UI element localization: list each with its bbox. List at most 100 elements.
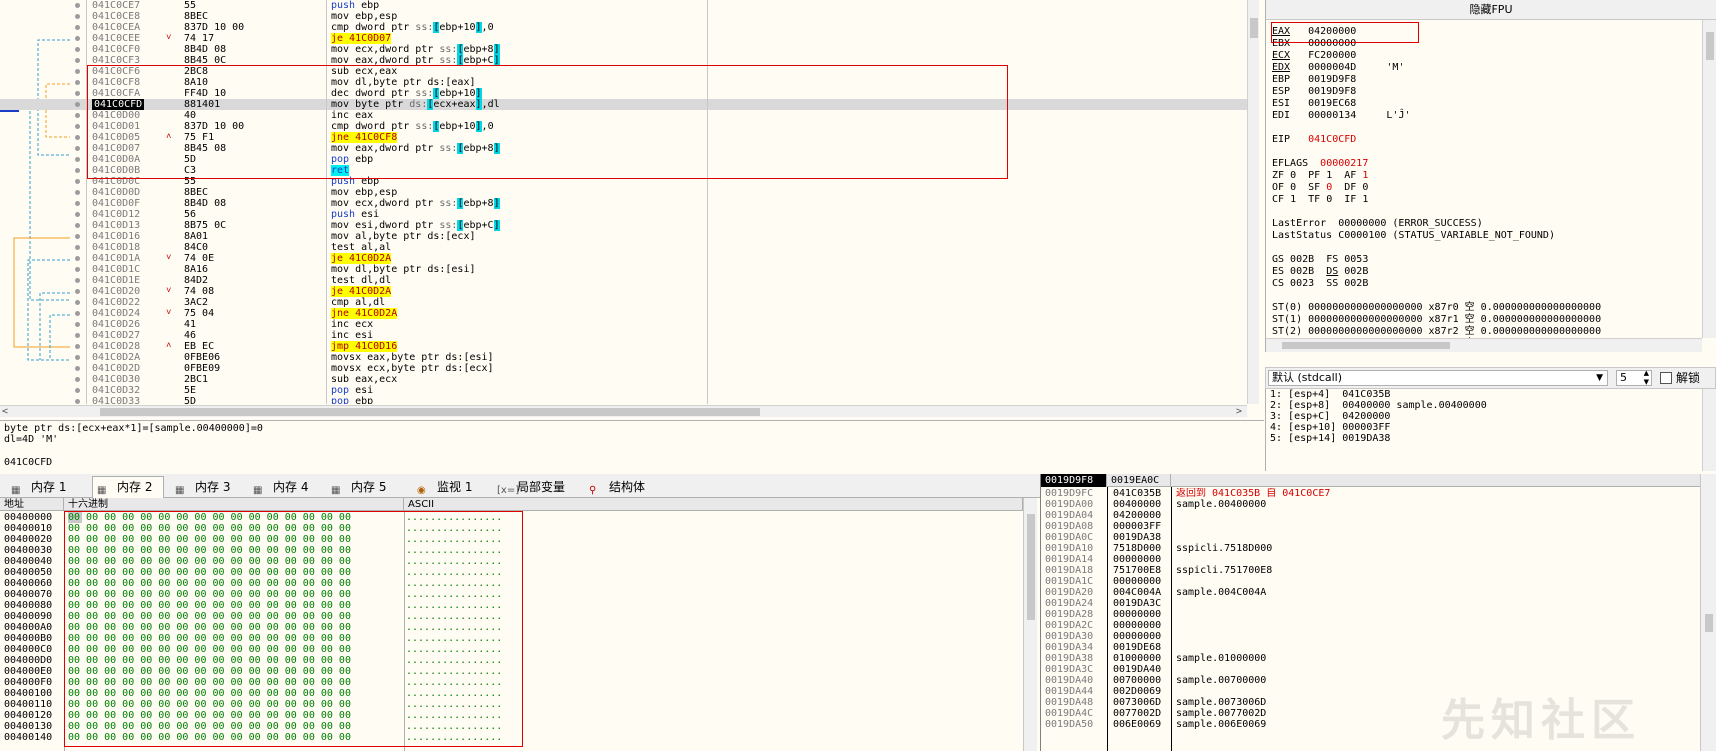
disasm-row[interactable]: 041C0D0D 8BEC mov ebp,esp xyxy=(0,187,1247,198)
disasm-row[interactable]: 041C0CF0 8B4D 08 mov ecx,dword ptr ss:[ebp… xyxy=(0,44,1247,55)
memory-dump[interactable]: 地址 十六进制 ASCII 00400000 00 00 00 00 00 00 … xyxy=(0,498,1040,751)
tab-1[interactable]: ▦ 内存 1 xyxy=(6,476,86,498)
disasm-row[interactable]: 041C0D1C 8A16 mov dl,byte ptr ds:[esi] xyxy=(0,264,1247,275)
breakpoint-dot[interactable] xyxy=(75,366,80,371)
disasm-row[interactable]: 041C0D33 5D pop ebp xyxy=(0,396,1247,404)
disasm-row[interactable]: 041C0D24 ˅ 75 04 jne 41C0D2A xyxy=(0,308,1247,319)
scroll-right-icon[interactable]: > xyxy=(1236,406,1242,418)
disasm-row[interactable]: 041C0D27 46 inc esi xyxy=(0,330,1247,341)
registers-hscrollbar[interactable] xyxy=(1266,338,1702,352)
disasm-row[interactable]: 041C0D2D 0FBE09 movsx ecx,byte ptr ds:[ecx… xyxy=(0,363,1247,374)
breakpoint-dot[interactable] xyxy=(75,14,80,19)
breakpoint-dot[interactable] xyxy=(75,3,80,8)
disasm-row[interactable]: 041C0D13 8B75 0C mov esi,dword ptr ss:[ebp… xyxy=(0,220,1247,231)
breakpoint-dot[interactable] xyxy=(75,124,80,129)
hide-fpu-button[interactable]: 隐藏FPU xyxy=(1266,0,1716,20)
disasm-row[interactable]: 041C0D28 ˄ EB EC jmp 41C0D16 xyxy=(0,341,1247,352)
registers-scrollbar[interactable] xyxy=(1702,20,1716,338)
disasm-row[interactable]: 041C0CE7 55 push ebp xyxy=(0,0,1247,11)
disasm-row[interactable]: 041C0CE8 8BEC mov ebp,esp xyxy=(0,11,1247,22)
disasm-row[interactable]: 041C0D05 ˄ 75 F1 jne 41C0CF8 xyxy=(0,132,1247,143)
disasm-row[interactable]: 041C0D32 5E pop esi xyxy=(0,385,1247,396)
tab-5[interactable]: ▦ 内存 5 xyxy=(326,476,406,498)
breakpoint-dot[interactable] xyxy=(75,355,80,360)
disasm-row[interactable]: 041C0D0C 55 push ebp xyxy=(0,176,1247,187)
tab-7[interactable]: [x=]局部变量 xyxy=(492,476,578,498)
disasm-row[interactable]: 041C0CF8 8A10 mov dl,byte ptr ds:[eax] xyxy=(0,77,1247,88)
disasm-row[interactable]: 041C0CF3 8B45 0C mov eax,dword ptr ss:[ebp… xyxy=(0,55,1247,66)
breakpoint-dot[interactable] xyxy=(75,311,80,316)
breakpoint-dot[interactable] xyxy=(75,201,80,206)
dump-col-address[interactable]: 地址 xyxy=(0,498,64,511)
disasm-row[interactable]: 041C0D07 8B45 08 mov eax,dword ptr ss:[ebp… xyxy=(0,143,1247,154)
breakpoint-dot[interactable] xyxy=(75,267,80,272)
breakpoint-dot[interactable] xyxy=(75,399,80,404)
disasm-row[interactable]: 041C0D00 40 inc eax xyxy=(0,110,1247,121)
breakpoint-dot[interactable] xyxy=(75,234,80,239)
stack-view[interactable]: 0019D9F8 0019EA0C 0019D9FC 041C035B 返回到 04… xyxy=(1040,474,1716,751)
tab-8[interactable]: ⚲ 结构体 xyxy=(584,476,654,498)
breakpoint-dot[interactable] xyxy=(75,212,80,217)
disasm-row[interactable]: 041C0D1A ˅ 74 0E je 41C0D2A xyxy=(0,253,1247,264)
breakpoint-dot[interactable] xyxy=(75,278,80,283)
disasm-row[interactable]: 041C0D1E 84D2 test dl,dl xyxy=(0,275,1247,286)
tab-6[interactable]: ◉ 监视 1 xyxy=(412,476,486,498)
breakpoint-dot[interactable] xyxy=(75,69,80,74)
disasm-row[interactable]: 041C0D0B C3 ret xyxy=(0,165,1247,176)
disasm-row[interactable]: 041C0D0F 8B4D 08 mov ecx,dword ptr ss:[ebp… xyxy=(0,198,1247,209)
breakpoint-dot[interactable] xyxy=(75,322,80,327)
stack-scrollbar[interactable] xyxy=(1700,474,1716,751)
tab-3[interactable]: ▦ 内存 3 xyxy=(170,476,242,498)
disasm-row[interactable]: 041C0CFA FF4D 10 dec dword ptr ss:[ebp+10] xyxy=(0,88,1247,99)
breakpoint-dot[interactable] xyxy=(75,289,80,294)
breakpoint-dot[interactable] xyxy=(75,179,80,184)
stack-args-scrollbar[interactable] xyxy=(1702,389,1716,471)
unlock-checkbox[interactable] xyxy=(1660,372,1672,384)
dump-col-hex[interactable]: 十六进制 xyxy=(64,498,404,511)
breakpoint-dot[interactable] xyxy=(75,25,80,30)
breakpoint-dot[interactable] xyxy=(75,245,80,250)
stepper-arrows-icon[interactable]: ▲ ▼ xyxy=(1644,369,1649,387)
breakpoint-dot[interactable] xyxy=(75,333,80,338)
breakpoint-dot[interactable] xyxy=(75,377,80,382)
dump-scrollbar[interactable] xyxy=(1023,498,1037,751)
disasm-row[interactable]: 041C0CFD 881401 mov byte ptr ds:[ecx+eax],… xyxy=(0,99,1247,110)
disasm-row[interactable]: 041C0CEA 837D 10 00 cmp dword ptr ss:[ebp+… xyxy=(0,22,1247,33)
arg-count-stepper[interactable]: 5 ▲ ▼ xyxy=(1616,369,1652,387)
breakpoint-dot[interactable] xyxy=(75,102,80,107)
breakpoint-dot[interactable] xyxy=(75,135,80,140)
disasm-row[interactable]: 041C0D20 ˅ 74 08 je 41C0D2A xyxy=(0,286,1247,297)
breakpoint-dot[interactable] xyxy=(75,146,80,151)
breakpoint-dot[interactable] xyxy=(75,157,80,162)
breakpoint-dot[interactable] xyxy=(75,113,80,118)
disasm-row[interactable]: 041C0D18 84C0 test al,al xyxy=(0,242,1247,253)
breakpoint-dot[interactable] xyxy=(75,256,80,261)
disasm-horizontal-scrollbar[interactable]: < > xyxy=(0,405,1247,417)
disasm-row[interactable]: 041C0CF6 2BC8 sub ecx,eax xyxy=(0,66,1247,77)
disasm-row[interactable]: 041C0D01 837D 10 00 cmp dword ptr ss:[ebp+… xyxy=(0,121,1247,132)
breakpoint-dot[interactable] xyxy=(75,36,80,41)
breakpoint-dot[interactable] xyxy=(75,91,80,96)
disasm-row[interactable]: 041C0D16 8A01 mov al,byte ptr ds:[ecx] xyxy=(0,231,1247,242)
dump-col-ascii[interactable]: ASCII xyxy=(404,498,1023,511)
breakpoint-dot[interactable] xyxy=(75,47,80,52)
disasm-row[interactable]: 041C0D22 3AC2 cmp al,dl xyxy=(0,297,1247,308)
breakpoint-dot[interactable] xyxy=(75,80,80,85)
breakpoint-dot[interactable] xyxy=(75,388,80,393)
breakpoint-dot[interactable] xyxy=(75,58,80,63)
breakpoint-dot[interactable] xyxy=(75,300,80,305)
disasm-row[interactable]: 041C0D0A 5D pop ebp xyxy=(0,154,1247,165)
breakpoint-dot[interactable] xyxy=(75,344,80,349)
breakpoint-dot[interactable] xyxy=(75,190,80,195)
disasm-row[interactable]: 041C0D2A 0FBE06 movsx eax,byte ptr ds:[esi… xyxy=(0,352,1247,363)
disasm-row[interactable]: 041C0D26 41 inc ecx xyxy=(0,319,1247,330)
calling-convention-select[interactable]: 默认 (stdcall) ▼ xyxy=(1268,370,1608,386)
breakpoint-dot[interactable] xyxy=(75,168,80,173)
disasm-row[interactable]: 041C0CEE ˅ 74 17 je 41C0D07 xyxy=(0,33,1247,44)
tab-2[interactable]: ▦ 内存 2 xyxy=(92,476,164,498)
scroll-left-icon[interactable]: < xyxy=(2,406,8,418)
tab-4[interactable]: ▦ 内存 4 xyxy=(248,476,320,498)
disasm-row[interactable]: 041C0D12 56 push esi xyxy=(0,209,1247,220)
breakpoint-dot[interactable] xyxy=(75,223,80,228)
disasm-vertical-scrollbar[interactable] xyxy=(1247,0,1259,404)
